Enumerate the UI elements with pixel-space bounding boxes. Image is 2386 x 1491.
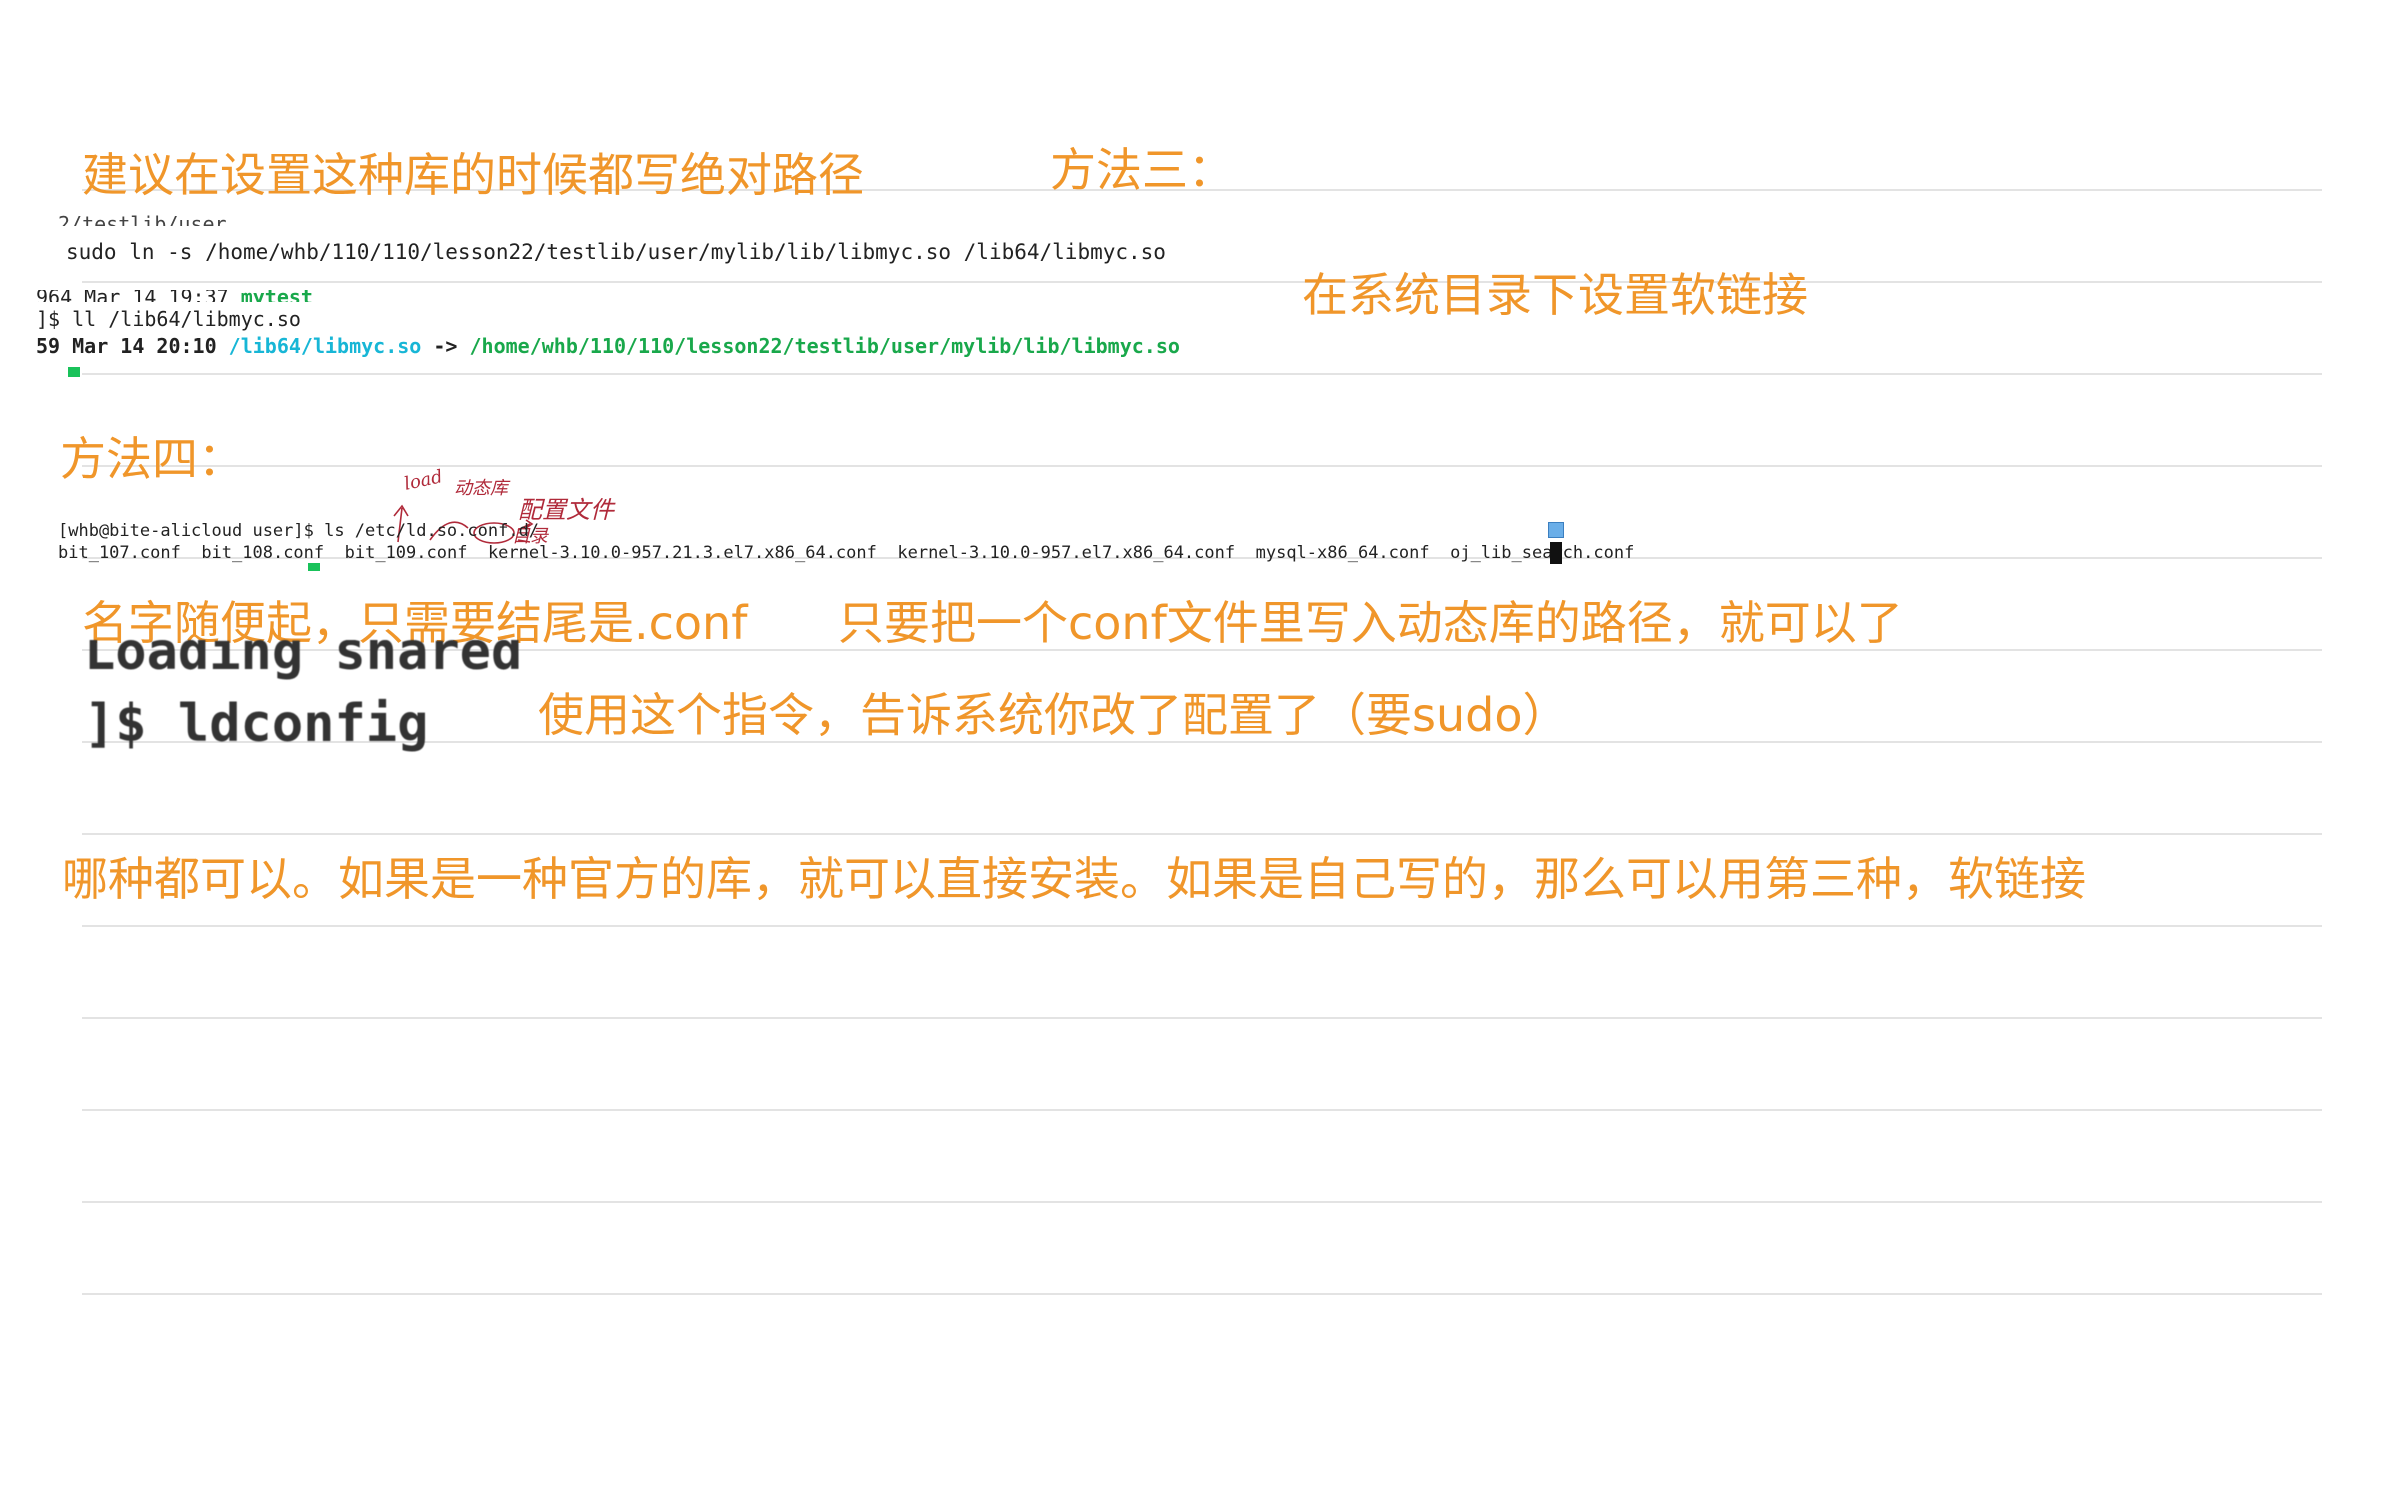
terminal-filename: mytest <box>240 290 313 302</box>
ruled-line <box>82 1201 2322 1203</box>
ruled-line <box>82 1017 2322 1019</box>
terminal-cursor <box>308 563 320 571</box>
terminal-text: 59 Mar 14 20:10 <box>36 334 229 358</box>
terminal-ll-output: 964 Mar 14 19:37 mytest ]$ ll /lib64/lib… <box>36 290 1236 360</box>
terminal-line: 59 Mar 14 20:10 /lib64/libmyc.so -> /hom… <box>36 333 1236 360</box>
terminal-link-target: /home/whb/110/110/lesson22/testlib/user/… <box>469 334 1180 358</box>
note-write-path-conf: 只要把一个conf文件里写入动态库的路径，就可以了 <box>838 596 1903 650</box>
terminal-symlink: /lib64/libmyc.so <box>228 334 422 358</box>
ruled-line <box>82 373 2322 375</box>
terminal-text: 964 Mar 14 19:37 <box>36 290 241 302</box>
terminal-text: ]$ ll /lib64/libmyc.so <box>36 307 301 331</box>
conf-file: bit_107.conf <box>58 543 181 563</box>
conf-file: oj_lib_search.conf <box>1450 543 1635 563</box>
ruled-line <box>82 1109 2322 1111</box>
terminal-ln-command: sudo ln -s /home/whb/110/110/lesson22/te… <box>66 238 1166 266</box>
ruled-line <box>82 833 2322 835</box>
terminal-ls-output: bit_107.conf bit_108.conf bit_109.conf k… <box>58 542 1634 564</box>
ruled-line <box>82 281 2322 283</box>
conf-file: bit_109.conf <box>344 543 468 563</box>
terminal-cropped-line: 2/testlib/user <box>58 212 227 226</box>
terminal-line: 964 Mar 14 19:37 mytest <box>36 290 1236 302</box>
conf-file: kernel-3.10.0-957.21.3.el7.x86_64.conf <box>487 543 877 563</box>
note-summary: 哪种都可以。如果是一种官方的库，就可以直接安装。如果是自己写的，那么可以用第三种… <box>62 852 2086 906</box>
terminal-scroll-marker <box>1548 522 1564 538</box>
terminal-cropped-line: Loading shared <box>84 640 523 680</box>
terminal-cursor <box>1550 542 1562 564</box>
conf-file: kernel-3.10.0-957.el7.x86_64.conf <box>897 543 1236 563</box>
conf-file: bit_108.conf <box>201 543 325 563</box>
ruled-line <box>82 925 2322 927</box>
note-method-four: 方法四： <box>60 432 244 486</box>
terminal-line: ]$ ll /lib64/libmyc.so <box>36 306 1236 333</box>
terminal-cursor <box>68 367 80 377</box>
terminal-ldconfig-command: ]$ ldconfig <box>84 694 429 754</box>
terminal-ls-prompt: [whb@bite-alicloud user]$ ls /etc/ld.so.… <box>58 521 540 541</box>
note-absolute-path: 建议在设置这种库的时候都写绝对路径 <box>82 148 864 202</box>
terminal-arrow: -> <box>421 334 470 358</box>
note-page: 建议在设置这种库的时候都写绝对路径 方法三： 2/testlib/user su… <box>0 0 2386 1491</box>
conf-file: mysql-x86_64.conf <box>1255 543 1430 563</box>
ruled-line <box>82 1293 2322 1295</box>
ruled-line <box>82 465 2322 467</box>
note-ldconfig-tip: 使用这个指令，告诉系统你改了配置了（要sudo） <box>538 688 1569 742</box>
note-method-three-desc: 在系统目录下设置软链接 <box>1302 268 1808 322</box>
note-method-three: 方法三： <box>1050 143 1234 197</box>
